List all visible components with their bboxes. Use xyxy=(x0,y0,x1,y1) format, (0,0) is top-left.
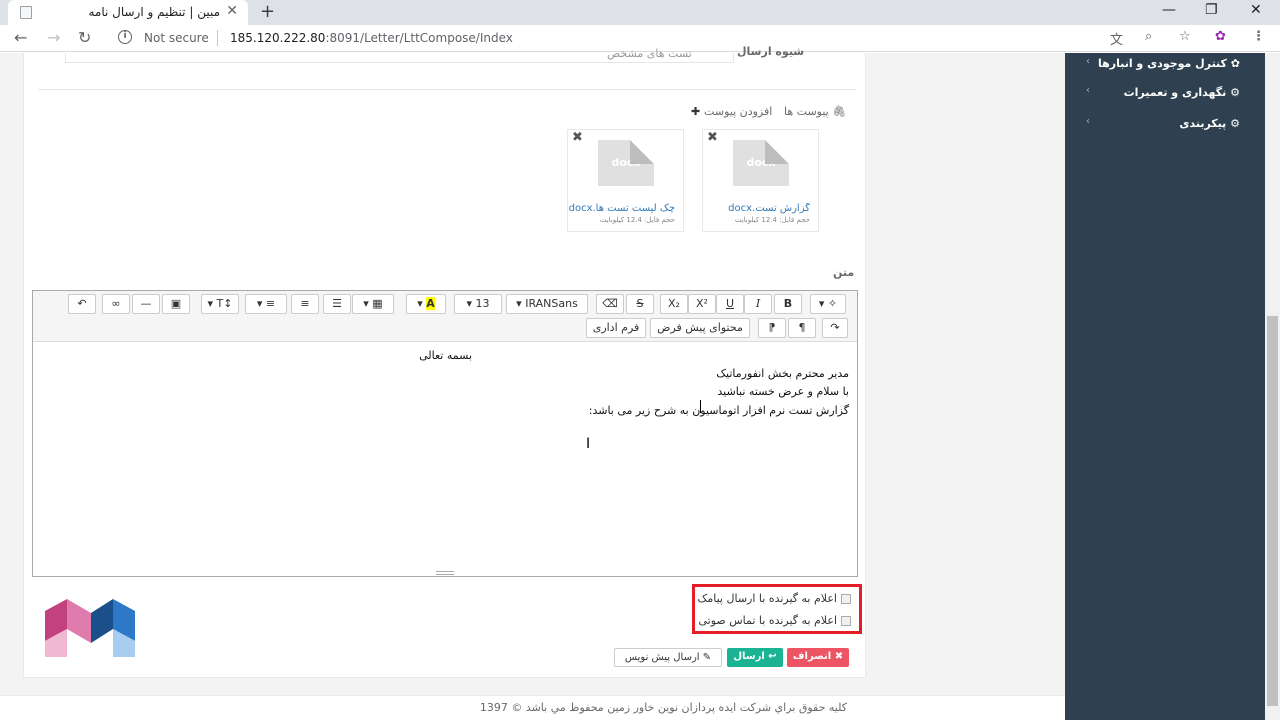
remove-attachment-icon[interactable]: ✖ xyxy=(707,130,718,145)
admin-form-button[interactable]: فرم اداری xyxy=(586,318,646,338)
strikethrough-button[interactable]: S xyxy=(626,294,654,314)
notification-options-highlight: اعلام به گیرنده با ارسال پیامک اعلام به … xyxy=(692,584,862,634)
editor-line: با سلام و عرض خسته نباشید xyxy=(717,385,849,398)
chevron-left-icon: ‹ xyxy=(1086,56,1090,67)
minimize-icon[interactable]: — xyxy=(1162,2,1176,18)
add-attachment-button[interactable]: افزودن پیوست ✚ xyxy=(691,105,772,118)
back-arrow-icon[interactable]: ← xyxy=(14,28,27,47)
plus-icon: ✚ xyxy=(691,105,705,118)
page-favicon-icon xyxy=(20,6,32,19)
image-button[interactable]: ▣ xyxy=(162,294,190,314)
attachment-size: حجم فایل: 12.4 کیلوبایت xyxy=(599,216,675,224)
translate-icon[interactable]: 文 xyxy=(1110,29,1123,48)
italic-button[interactable]: I xyxy=(744,294,772,314)
font-size-dropdown[interactable]: ▾ 13 xyxy=(454,294,502,314)
rtl-direction-button[interactable]: ¶ xyxy=(788,318,816,338)
mobin-logo xyxy=(45,599,135,657)
body-label: متن xyxy=(833,266,855,279)
editor-resize-handle[interactable] xyxy=(436,571,454,575)
sidebar-item-configuration[interactable]: ⚙ پیکربندی xyxy=(1070,117,1240,130)
paperclip-icon: 🖇 xyxy=(828,105,847,118)
highlight-color-button[interactable]: ▾ A xyxy=(406,294,446,314)
send-draft-button[interactable]: ✎ ارسال پیش نویس xyxy=(614,648,722,667)
browser-tab[interactable]: مبین | تنظیم و ارسال نامه ✕ xyxy=(8,0,248,25)
table-button[interactable]: ▾ ▦ xyxy=(352,294,394,314)
mouse-ibeam-cursor: I xyxy=(586,436,591,452)
zoom-icon[interactable]: ⌕ xyxy=(1145,29,1152,44)
default-content-button[interactable]: محتوای پیش فرض xyxy=(650,318,750,338)
send-method-value: تست های مشخص xyxy=(607,47,692,60)
close-window-icon[interactable]: ✕ xyxy=(1250,2,1262,18)
info-icon[interactable]: i xyxy=(118,30,132,44)
attachment-name[interactable]: گزارش تست.docx xyxy=(700,203,810,214)
subscript-button[interactable]: X₂ xyxy=(660,294,688,314)
eraser-icon[interactable]: ⌫ xyxy=(596,294,624,314)
bullet-list-button[interactable]: ☰ xyxy=(323,294,351,314)
forward-arrow-icon[interactable]: → xyxy=(47,28,60,47)
sidebar-item-inventory[interactable]: ✿ کنترل موجودی و انبارها xyxy=(1070,57,1240,70)
editor-line: مدیر محترم بخش انفورماتیک xyxy=(716,367,849,380)
attachment-card[interactable]: ✖ docx گزارش تست.docx حجم فایل: 12.4 کیل… xyxy=(702,129,819,232)
numbered-list-button[interactable]: ≡ xyxy=(291,294,319,314)
docx-file-icon: docx xyxy=(733,140,789,186)
sms-notify-checkbox[interactable] xyxy=(841,594,851,604)
sms-notify-option[interactable]: اعلام به گیرنده با ارسال پیامک xyxy=(691,592,851,606)
docx-file-icon: docx xyxy=(598,140,654,186)
page-footer: کلیه حقوق براي شرکت ایده پردازان نوین خا… xyxy=(0,695,1065,720)
editor-line: گزارش تست نرم افزار اتوماسیون به شرح زیر… xyxy=(588,404,849,417)
redo-icon[interactable]: ↷ xyxy=(822,318,848,338)
text-caret xyxy=(700,400,701,413)
voice-notify-label: اعلام به گیرنده با تماس صوتی xyxy=(698,614,837,627)
editor-content[interactable]: بسمه تعالی مدیر محترم بخش انفورماتیک با … xyxy=(33,343,857,573)
maximize-icon[interactable]: ❐ xyxy=(1205,2,1218,18)
send-button[interactable]: ↩ ارسال xyxy=(727,648,783,667)
scrollbar-thumb[interactable] xyxy=(1267,316,1278,706)
browser-tab-bar: مبین | تنظیم و ارسال نامه ✕ + — ❐ ✕ xyxy=(0,0,1280,25)
bold-button[interactable]: B xyxy=(774,294,802,314)
underline-button[interactable]: U xyxy=(716,294,744,314)
tab-title: مبین | تنظیم و ارسال نامه xyxy=(88,5,220,19)
undo-icon[interactable]: ↶ xyxy=(68,294,96,314)
sidebar-item-maintenance[interactable]: ⚙ نگهداری و تعمیرات xyxy=(1070,86,1240,99)
cancel-button[interactable]: ✖ انصراف xyxy=(787,648,849,667)
horizontal-rule-button[interactable]: — xyxy=(132,294,160,314)
editor-toolbar: ▾ ✧ B I U X² X₂ S ⌫ ▾ IRANSans ▾ 13 ▾ A … xyxy=(33,291,857,342)
chevron-left-icon: ‹ xyxy=(1086,85,1090,96)
attachment-size: حجم فایل: 12.4 کیلوبایت xyxy=(734,216,810,224)
link-icon[interactable]: ∞ xyxy=(102,294,130,314)
url-text: 185.120.222.80:8091/Letter/LttCompose/In… xyxy=(230,31,513,45)
attachments-label: 🖇 پیوست ها xyxy=(784,105,847,118)
security-status: Not secure xyxy=(144,31,209,45)
magic-style-dropdown[interactable]: ▾ ✧ xyxy=(810,294,846,314)
voice-notify-option[interactable]: اعلام به گیرنده با تماس صوتی xyxy=(691,614,851,628)
sidebar xyxy=(1065,53,1265,720)
reload-icon[interactable]: ↻ xyxy=(78,28,91,47)
editor-line: بسمه تعالی xyxy=(419,349,472,362)
send-method-label: شیوه ارسال xyxy=(737,45,805,58)
font-family-dropdown[interactable]: ▾ IRANSans xyxy=(506,294,588,314)
divider xyxy=(38,89,856,90)
sms-notify-label: اعلام به گیرنده با ارسال پیامک xyxy=(697,592,837,605)
close-tab-icon[interactable]: ✕ xyxy=(226,3,238,19)
copyright-text: کلیه حقوق براي شرکت ایده پردازان نوین خا… xyxy=(479,701,847,714)
superscript-button[interactable]: X² xyxy=(688,294,716,314)
menu-dots-icon[interactable]: ⋮ xyxy=(1252,29,1265,44)
ltr-direction-button[interactable]: ⁋ xyxy=(758,318,786,338)
text-height-dropdown[interactable]: ▾ T↕ xyxy=(201,294,239,314)
attachment-name[interactable]: چک لیست تست ها.docx xyxy=(565,203,675,214)
align-dropdown[interactable]: ▾ ≡ xyxy=(245,294,287,314)
chevron-left-icon: ‹ xyxy=(1086,116,1090,127)
rich-text-editor[interactable]: ▾ ✧ B I U X² X₂ S ⌫ ▾ IRANSans ▾ 13 ▾ A … xyxy=(32,290,858,577)
bookmark-star-icon[interactable]: ☆ xyxy=(1179,29,1191,44)
url-separator xyxy=(217,30,218,46)
page-content: تست های مشخص شیوه ارسال 🖇 پیوست ها افزود… xyxy=(0,45,1280,720)
voice-notify-checkbox[interactable] xyxy=(841,616,851,626)
remove-attachment-icon[interactable]: ✖ xyxy=(572,130,583,145)
new-tab-button[interactable]: + xyxy=(260,1,275,22)
profile-avatar-icon[interactable]: ✿ xyxy=(1215,29,1226,44)
attachment-card[interactable]: ✖ docx چک لیست تست ها.docx حجم فایل: 12.… xyxy=(567,129,684,232)
